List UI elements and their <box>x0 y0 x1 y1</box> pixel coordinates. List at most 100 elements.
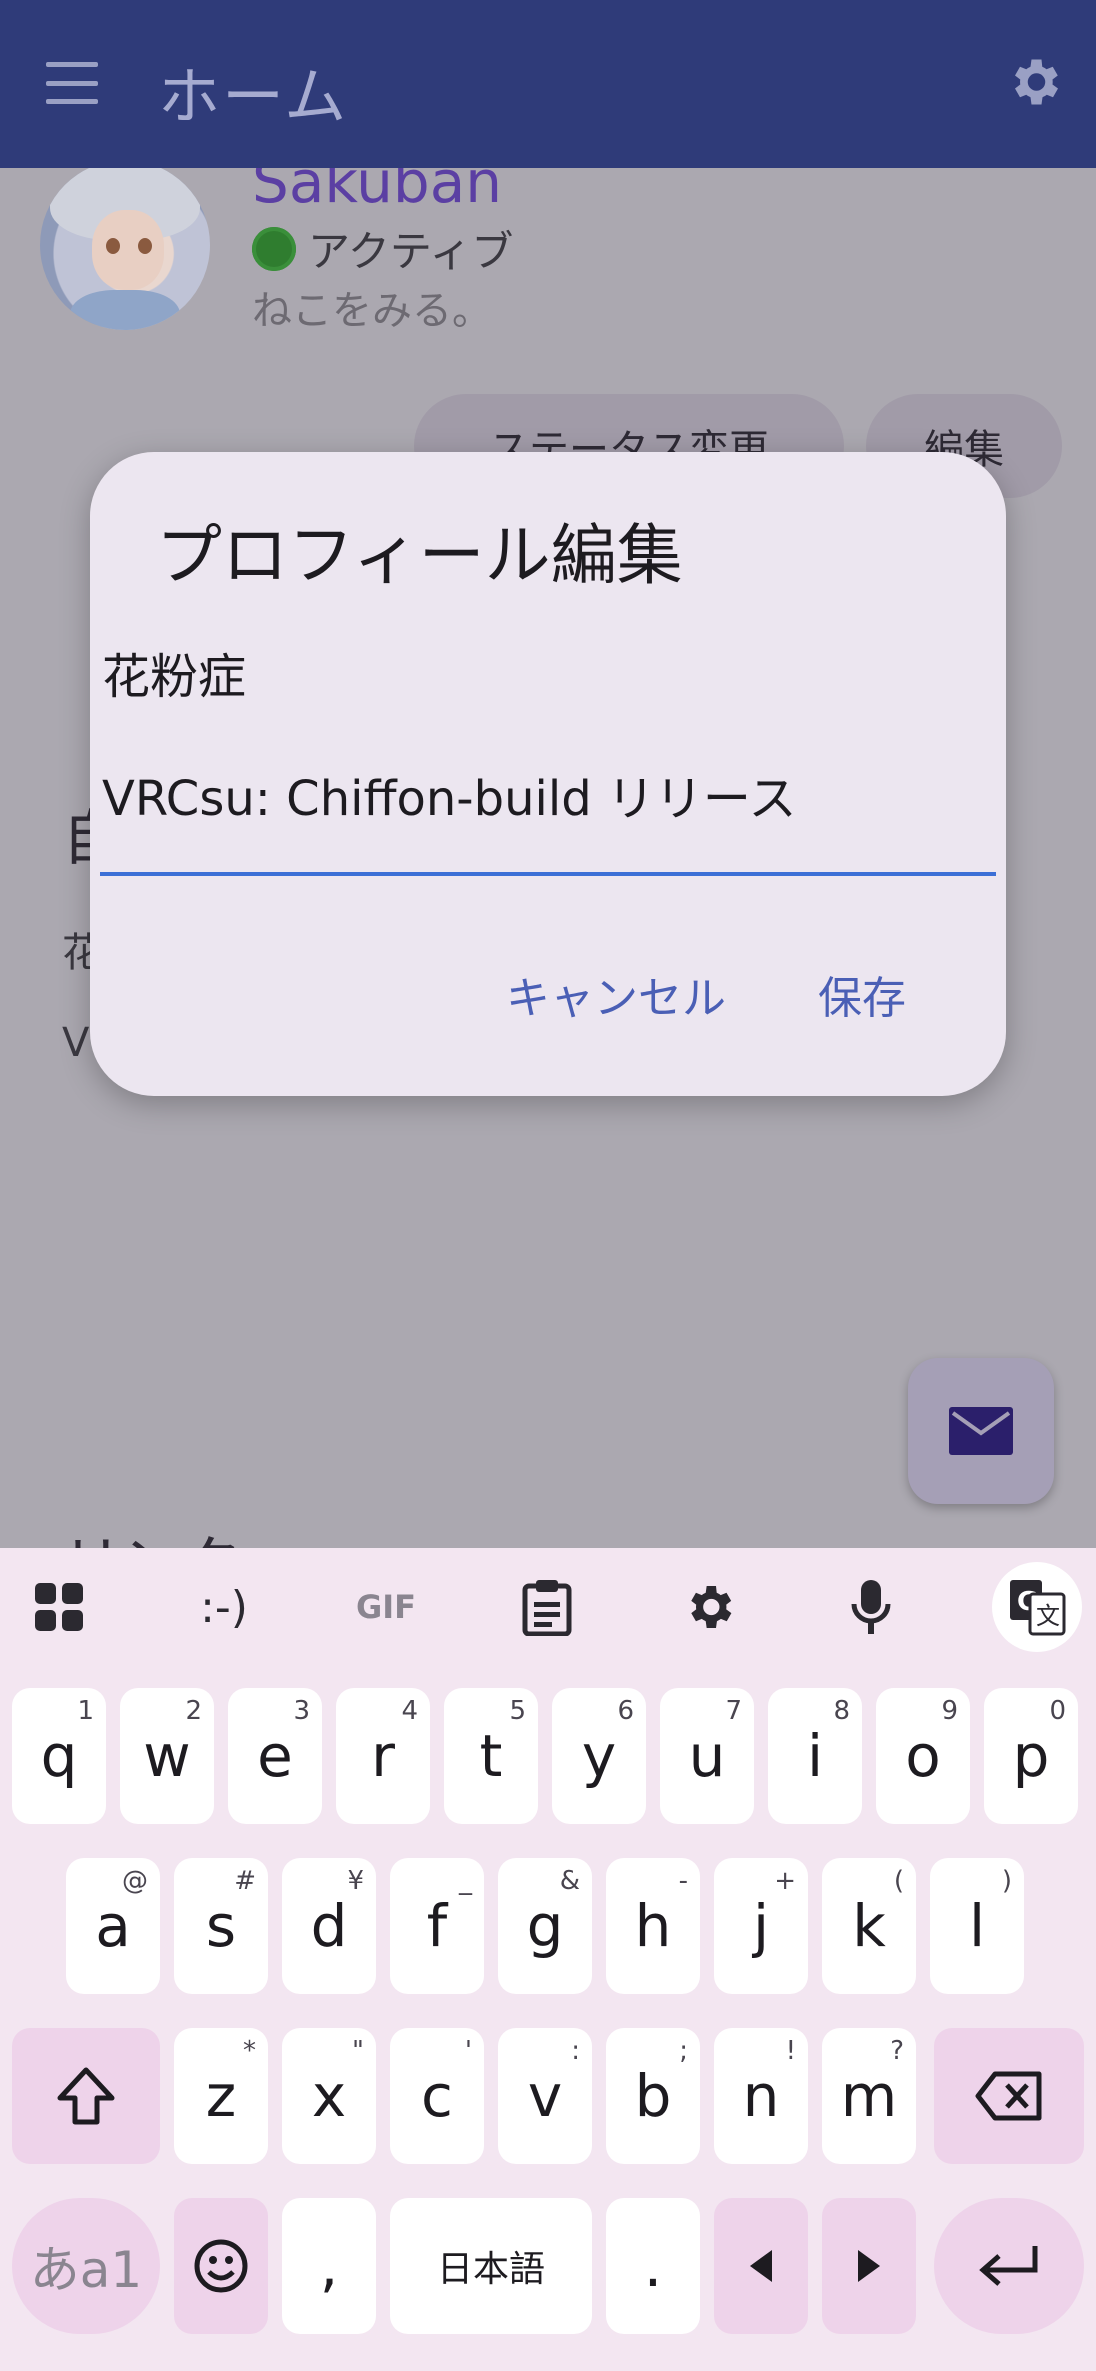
key-letter: c <box>421 2062 453 2130</box>
enter-icon <box>979 2246 1038 2286</box>
cursor-left-key[interactable] <box>714 2198 808 2334</box>
key-e[interactable]: e3 <box>228 1688 322 1824</box>
key-t[interactable]: t5 <box>444 1688 538 1824</box>
soft-keyboard: :-) GIF G文 q1w2e3r4t5y6u7i8o9p0 a @ s # d ¥ f _… <box>0 1548 1096 2371</box>
input-mode-key[interactable]: あa1 <box>12 2198 160 2334</box>
key-hint: ( <box>893 1866 904 1896</box>
edit-profile-dialog: プロフィール編集 花粉症 VRCsu: Chiffon-build リリース キ… <box>90 452 1006 1096</box>
key-hint: 4 <box>401 1696 418 1726</box>
key-letter: l <box>968 1892 986 1960</box>
dialog-title: プロフィール編集 <box>156 517 683 594</box>
key-letter: m <box>840 2062 898 2130</box>
cancel-button[interactable]: キャンセル <box>506 962 726 1026</box>
key-hint: ; <box>679 2036 688 2066</box>
key-hint: _ <box>459 1866 472 1896</box>
key-hint: : <box>571 2036 580 2066</box>
key-f[interactable]: f _ <box>390 1858 484 1994</box>
key-letter: a <box>95 1892 131 1960</box>
key-x[interactable]: x " <box>282 2028 376 2164</box>
bio-text-field[interactable]: 花粉症 VRCsu: Chiffon-build リリース <box>102 616 992 860</box>
backspace-key[interactable] <box>934 2028 1084 2164</box>
key-l[interactable]: l) <box>930 1858 1024 1994</box>
key-r[interactable]: r4 <box>336 1688 430 1824</box>
key-letter: g <box>526 1892 564 1960</box>
mail-icon <box>949 1407 1013 1455</box>
key-g[interactable]: g & <box>498 1858 592 1994</box>
key-letter: r <box>371 1722 395 1790</box>
key-z[interactable]: z * <box>174 2028 268 2164</box>
save-button[interactable]: 保存 <box>818 962 906 1026</box>
emoji-key[interactable] <box>174 2198 268 2334</box>
apps-grid-icon[interactable] <box>24 1572 94 1642</box>
arrow-right-icon <box>858 2250 880 2282</box>
key-w[interactable]: w2 <box>120 1688 214 1824</box>
key-hint: 2 <box>185 1696 202 1726</box>
key-v[interactable]: v: <box>498 2028 592 2164</box>
key-p[interactable]: p0 <box>984 1688 1078 1824</box>
keyboard-settings-icon[interactable] <box>674 1572 744 1642</box>
bio-field-line: VRCsu: Chiffon-build リリース <box>102 771 797 827</box>
key-letter: s <box>205 1892 237 1960</box>
key-j[interactable]: j + <box>714 1858 808 1994</box>
enter-key[interactable] <box>934 2198 1084 2334</box>
key-letter: t <box>479 1722 503 1790</box>
key-y[interactable]: y6 <box>552 1688 646 1824</box>
key-letter: z <box>205 2062 237 2130</box>
emoticon-button[interactable]: :-) <box>186 1572 262 1642</box>
key-d[interactable]: d ¥ <box>282 1858 376 1994</box>
shift-icon <box>57 2067 115 2125</box>
key-s[interactable]: s # <box>174 1858 268 1994</box>
key-hint: ' <box>464 2036 472 2066</box>
links-heading: リンク <box>62 1516 242 1548</box>
status-row: アクティブ <box>252 218 513 279</box>
key-letter: i <box>806 1722 824 1790</box>
key-hint: 5 <box>509 1696 526 1726</box>
key-letter: p <box>1012 1722 1050 1790</box>
key-hint: ) <box>1001 1866 1012 1896</box>
key-b[interactable]: b; <box>606 2028 700 2164</box>
period-key[interactable]: . <box>606 2198 700 2334</box>
comma-key[interactable]: , <box>282 2198 376 2334</box>
key-c[interactable]: c ' <box>390 2028 484 2164</box>
key-hint: ! <box>785 2036 796 2066</box>
key-letter: w <box>143 1722 191 1790</box>
input-mode-label: あa1 <box>29 2241 143 2299</box>
key-k[interactable]: k( <box>822 1858 916 1994</box>
avatar <box>40 168 210 330</box>
key-q[interactable]: q1 <box>12 1688 106 1824</box>
status-dot-icon <box>252 226 296 271</box>
key-a[interactable]: a @ <box>66 1858 160 1994</box>
clipboard-icon[interactable] <box>512 1572 582 1642</box>
key-o[interactable]: o9 <box>876 1688 970 1824</box>
emoji-icon <box>194 2239 248 2293</box>
microphone-icon[interactable] <box>836 1572 906 1642</box>
key-letter: f <box>426 1892 448 1960</box>
status-label: アクティブ <box>308 227 514 276</box>
key-hint: # <box>234 1866 256 1896</box>
key-hint: 0 <box>1049 1696 1066 1726</box>
message-fab[interactable] <box>908 1358 1054 1504</box>
status-message: ねこをみる。 <box>252 288 492 334</box>
arrow-left-icon <box>750 2250 772 2282</box>
key-letter: o <box>905 1722 941 1790</box>
key-m[interactable]: m? <box>822 2028 916 2164</box>
key-hint: * <box>243 2036 256 2066</box>
space-key[interactable]: 日本語 <box>390 2198 592 2334</box>
key-i[interactable]: i8 <box>768 1688 862 1824</box>
menu-icon[interactable] <box>46 62 98 104</box>
key-letter: q <box>40 1722 78 1790</box>
bio-field-line: 花粉症 <box>102 649 247 705</box>
key-u[interactable]: u7 <box>660 1688 754 1824</box>
gif-button[interactable]: GIF <box>346 1572 426 1642</box>
key-hint: ? <box>890 2036 904 2066</box>
key-h[interactable]: h- <box>606 1858 700 1994</box>
key-n[interactable]: n! <box>714 2028 808 2164</box>
translate-icon[interactable]: G文 <box>992 1562 1082 1652</box>
settings-gear-icon[interactable] <box>1004 52 1064 112</box>
key-letter: e <box>257 1722 293 1790</box>
cursor-right-key[interactable] <box>822 2198 916 2334</box>
key-hint: " <box>352 2036 364 2066</box>
key-hint: 1 <box>77 1696 94 1726</box>
shift-key[interactable] <box>12 2028 160 2164</box>
key-letter: u <box>688 1722 726 1790</box>
